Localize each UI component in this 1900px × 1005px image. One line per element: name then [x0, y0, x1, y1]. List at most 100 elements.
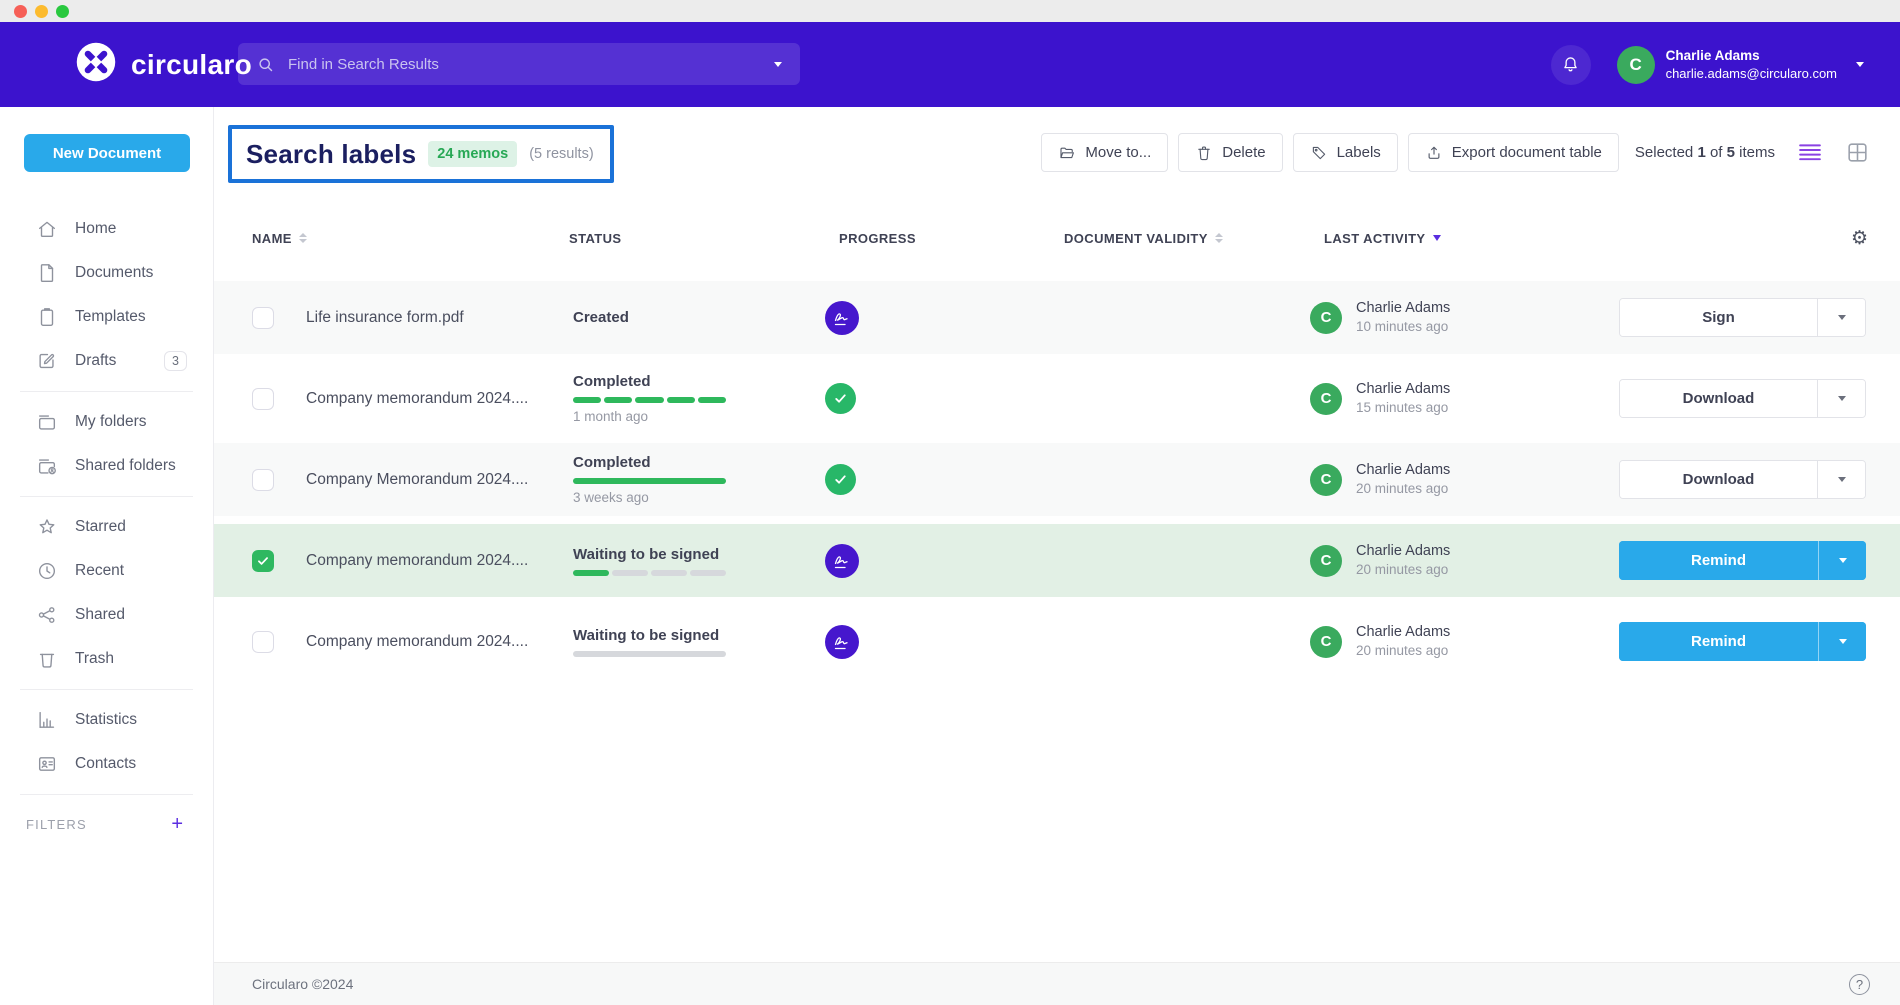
column-header-document-validity[interactable]: DOCUMENT VALIDITY	[1050, 231, 1310, 246]
download-button[interactable]: Download	[1620, 380, 1817, 417]
progress-segment	[604, 397, 632, 403]
export-document-table-button[interactable]: Export document table	[1408, 133, 1619, 172]
progress-segment	[635, 397, 663, 403]
sidebar-item-templates[interactable]: Templates	[0, 295, 213, 339]
table-row[interactable]: Life insurance form.pdf Created C Charli…	[214, 281, 1900, 354]
status-label: Waiting to be signed	[573, 627, 719, 644]
notifications-button[interactable]	[1551, 45, 1591, 85]
sidebar-item-shared-folders[interactable]: Shared folders	[0, 444, 213, 488]
new-document-button[interactable]: New Document	[24, 134, 190, 172]
sidebar: New Document Home Documents TemplatesDraft…	[0, 107, 214, 1005]
toolbar-button-label: Move to...	[1085, 144, 1151, 161]
document-name[interactable]: Company Memorandum 2024....	[306, 471, 528, 489]
row-checkbox[interactable]	[252, 307, 274, 329]
grid-view-button[interactable]	[1845, 140, 1870, 165]
column-header-progress[interactable]: PROGRESS	[810, 231, 1050, 246]
progress-cell	[810, 464, 1050, 495]
app-logo[interactable]: circularo	[74, 40, 252, 89]
sidebar-item-starred[interactable]: Starred	[0, 505, 213, 549]
minimize-window-button[interactable]	[35, 5, 48, 18]
last-activity-cell: C Charlie Adams 20 minutes ago	[1310, 622, 1610, 661]
table-row[interactable]: Company memorandum 2024.... Waiting to b…	[214, 605, 1900, 678]
memo-count-badge: 24 memos	[428, 141, 517, 167]
sidebar-item-statistics[interactable]: Statistics	[0, 698, 213, 742]
sidebar-item-label: Contacts	[75, 755, 136, 773]
global-search[interactable]	[238, 43, 800, 85]
table-header: NAME STATUS PROGRESS DOCUMENT VALIDITY L…	[214, 225, 1900, 251]
column-header-last-activity[interactable]: LAST ACTIVITY	[1310, 231, 1610, 246]
caret-down-icon	[1838, 315, 1846, 320]
toolbar-button-label: Export document table	[1452, 144, 1602, 161]
sidebar-nav: HomeDocumentsTemplatesDrafts3My foldersS…	[0, 207, 213, 795]
column-header-status[interactable]: STATUS	[569, 231, 810, 246]
sidebar-item-trash[interactable]: Trash	[0, 637, 213, 681]
selection-summary: Selected 1 of 5 items	[1635, 144, 1775, 161]
list-view-button[interactable]	[1797, 142, 1823, 164]
move-to-button[interactable]: Move to...	[1041, 133, 1168, 172]
progress-segment	[651, 570, 687, 576]
table-row[interactable]: Company Memorandum 2024.... Completed 3 …	[214, 443, 1900, 516]
activity-avatar: C	[1310, 383, 1342, 415]
activity-user: Charlie Adams	[1356, 622, 1450, 642]
gear-icon: ⚙	[1851, 227, 1868, 250]
sidebar-item-recent[interactable]: Recent	[0, 549, 213, 593]
user-menu[interactable]: C Charlie Adams charlie.adams@circularo.…	[1617, 46, 1864, 84]
row-checkbox[interactable]	[252, 388, 274, 410]
table-row[interactable]: Company memorandum 2024.... Completed 1 …	[214, 362, 1900, 435]
status-time: 1 month ago	[573, 409, 648, 424]
row-action-split-button: Sign	[1619, 298, 1866, 337]
sidebar-item-shared[interactable]: Shared	[0, 593, 213, 637]
download-button[interactable]: Download	[1620, 461, 1817, 498]
row-checkbox[interactable]	[252, 550, 274, 572]
row-checkbox[interactable]	[252, 631, 274, 653]
sidebar-item-my-folders[interactable]: My folders	[0, 400, 213, 444]
list-view-icon	[1797, 142, 1823, 164]
filters-section: FILTERS +	[0, 809, 213, 839]
sidebar-item-documents[interactable]: Documents	[0, 251, 213, 295]
page-title: Search labels	[246, 139, 416, 170]
search-input[interactable]	[288, 56, 764, 73]
sort-desc-icon	[1433, 235, 1441, 241]
row-action-dropdown-button[interactable]	[1817, 380, 1865, 417]
document-name[interactable]: Company memorandum 2024....	[306, 552, 528, 570]
progress-segment	[573, 570, 609, 576]
document-icon	[36, 262, 58, 284]
search-dropdown-icon[interactable]	[774, 62, 782, 67]
labels-button[interactable]: Labels	[1293, 133, 1398, 172]
row-action-dropdown-button[interactable]	[1817, 461, 1865, 498]
stats-icon	[36, 709, 58, 731]
sidebar-item-drafts[interactable]: Drafts3	[0, 339, 213, 383]
user-menu-caret-icon	[1856, 62, 1864, 67]
table-settings-button[interactable]: ⚙	[1610, 227, 1900, 250]
row-action-dropdown-button[interactable]	[1817, 299, 1865, 336]
remind-button[interactable]: Remind	[1619, 622, 1818, 661]
sign-button[interactable]: Sign	[1620, 299, 1817, 336]
check-icon	[256, 554, 270, 568]
sidebar-item-label: Documents	[75, 264, 153, 282]
remind-button[interactable]: Remind	[1619, 541, 1818, 580]
sidebar-item-home[interactable]: Home	[0, 207, 213, 251]
progress-bar	[573, 570, 726, 576]
document-name[interactable]: Company memorandum 2024....	[306, 633, 528, 651]
progress-cell	[810, 383, 1050, 414]
row-action-dropdown-button[interactable]	[1818, 622, 1866, 661]
sidebar-item-contacts[interactable]: Contacts	[0, 742, 213, 786]
zoom-window-button[interactable]	[56, 5, 69, 18]
column-header-name[interactable]: NAME	[252, 231, 569, 246]
add-filter-button[interactable]: +	[171, 814, 183, 834]
progress-bar	[573, 397, 726, 403]
progress-segment	[612, 570, 648, 576]
checkbox-cell	[252, 631, 306, 653]
help-icon[interactable]: ?	[1849, 974, 1870, 995]
delete-button[interactable]: Delete	[1178, 133, 1282, 172]
sidebar-divider	[20, 496, 193, 497]
close-window-button[interactable]	[14, 5, 27, 18]
row-checkbox[interactable]	[252, 469, 274, 491]
clock-icon	[36, 560, 58, 582]
document-name[interactable]: Company memorandum 2024....	[306, 390, 528, 408]
document-name[interactable]: Life insurance form.pdf	[306, 309, 464, 327]
completed-check-icon	[825, 383, 856, 414]
table-row[interactable]: Company memorandum 2024.... Waiting to b…	[214, 524, 1900, 597]
row-action-dropdown-button[interactable]	[1818, 541, 1866, 580]
signature-icon	[825, 544, 859, 578]
